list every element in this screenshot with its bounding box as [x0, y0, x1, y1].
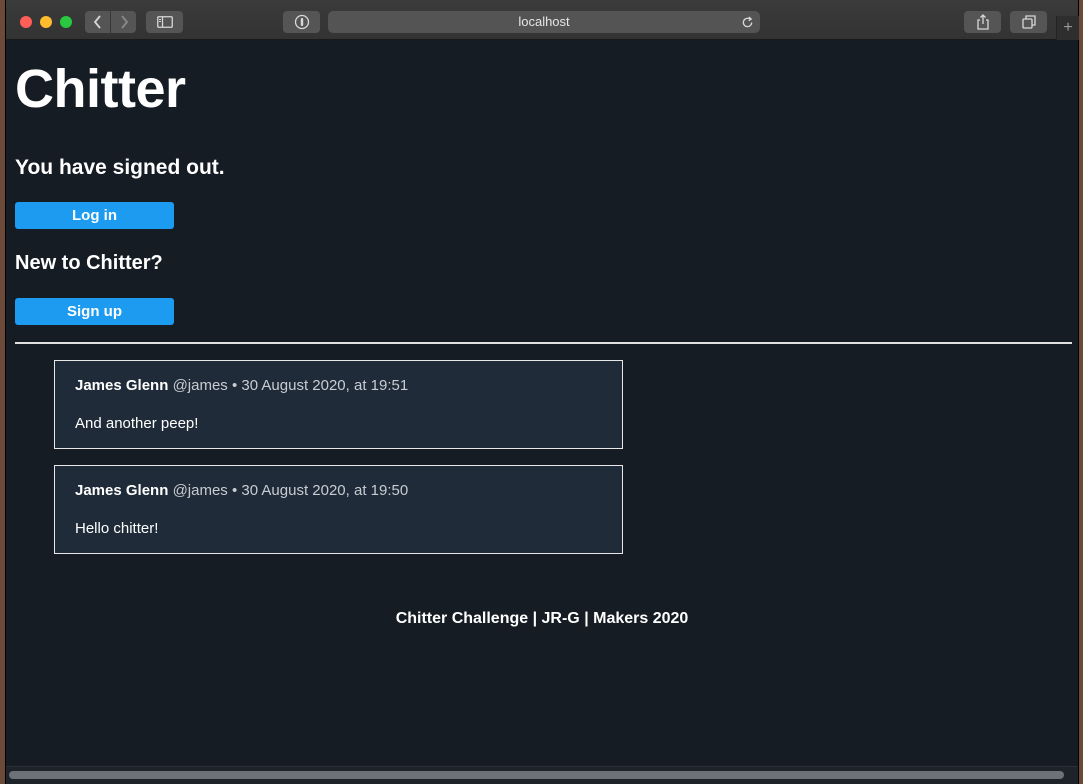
sidebar-toggle-button[interactable] [146, 11, 183, 33]
peep-card: James Glenn @james • 30 August 2020, at … [54, 360, 623, 449]
page-content: Chitter You have signed out. Log in New … [6, 41, 1078, 766]
url-text: localhost [518, 14, 570, 29]
back-button[interactable] [85, 11, 110, 33]
signed-out-message: You have signed out. [15, 156, 225, 179]
minimize-window-button[interactable] [40, 16, 52, 28]
maximize-window-button[interactable] [60, 16, 72, 28]
peep-header: James Glenn @james • 30 August 2020, at … [75, 482, 408, 499]
peep-text: Hello chitter! [75, 520, 159, 537]
peep-handle-and-time: @james • 30 August 2020, at 19:50 [172, 482, 409, 499]
horizontal-scrollbar[interactable] [6, 766, 1078, 784]
chevron-left-icon [93, 15, 101, 29]
close-window-button[interactable] [20, 16, 32, 28]
new-tab-button[interactable]: + [1056, 16, 1079, 40]
divider [15, 342, 1072, 344]
page-footer: Chitter Challenge | JR-G | Makers 2020 [395, 610, 689, 627]
sign-up-button[interactable]: Sign up [15, 298, 174, 325]
browser-window: localhost + Chitter You have signed out.… [5, 0, 1079, 784]
reload-icon[interactable] [741, 11, 754, 35]
tab-overview-button[interactable] [1010, 11, 1047, 33]
log-in-button[interactable]: Log in [15, 202, 174, 229]
plus-icon: + [1063, 19, 1073, 36]
peep-text: And another peep! [75, 415, 199, 432]
peep-card: James Glenn @james • 30 August 2020, at … [54, 465, 623, 554]
password-manager-button[interactable] [283, 11, 320, 33]
peep-header: James Glenn @james • 30 August 2020, at … [75, 377, 408, 394]
browser-toolbar: localhost + [6, 0, 1079, 40]
peep-author-name: James Glenn [75, 377, 169, 394]
scrollbar-thumb[interactable] [9, 771, 1064, 779]
share-button[interactable] [964, 11, 1001, 33]
password-icon [294, 14, 309, 30]
peep-author-name: James Glenn [75, 482, 169, 499]
share-icon [976, 14, 989, 30]
sidebar-icon [156, 16, 173, 28]
chevron-right-icon [120, 15, 128, 29]
address-bar[interactable]: localhost [328, 11, 760, 33]
peep-handle-and-time: @james • 30 August 2020, at 19:51 [172, 377, 409, 394]
new-user-prompt: New to Chitter? [15, 252, 163, 274]
tabs-icon [1021, 15, 1036, 29]
forward-button[interactable] [111, 11, 136, 33]
site-title: Chitter [15, 59, 186, 119]
